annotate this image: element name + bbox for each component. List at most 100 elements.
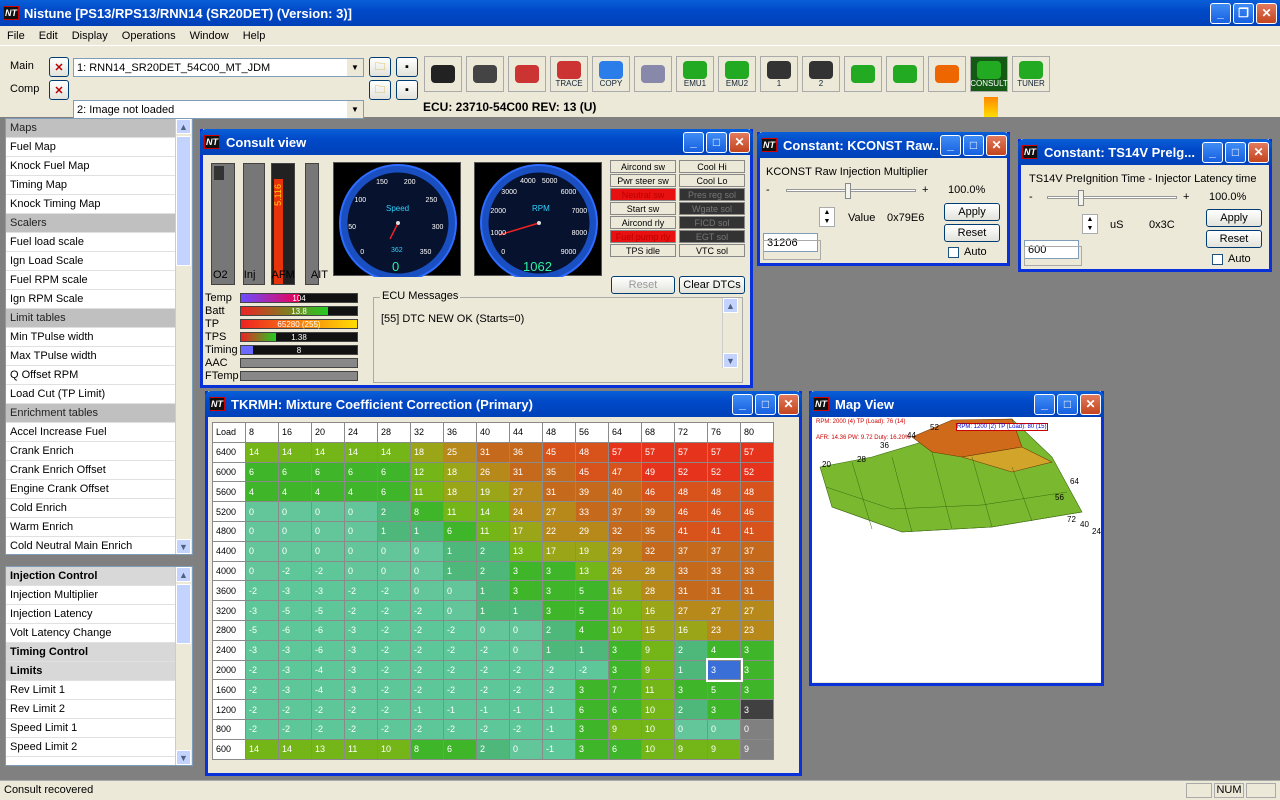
table-cell[interactable]: 0: [410, 560, 444, 582]
list-item[interactable]: Load Cut (TP Limit): [6, 385, 176, 404]
table-cell[interactable]: -3: [344, 639, 378, 661]
main-clear-button[interactable]: ✕: [49, 57, 69, 77]
table-cell[interactable]: -3: [344, 619, 378, 641]
consult-titlebar[interactable]: NT Consult view _ □ ✕: [200, 129, 753, 155]
table-cell[interactable]: 3: [740, 699, 774, 720]
trace-button[interactable]: TRACE: [550, 56, 588, 92]
menu-operations[interactable]: Operations: [115, 30, 183, 42]
minimize-button[interactable]: _: [1034, 393, 1055, 415]
table-cell[interactable]: 0: [245, 520, 279, 542]
table-cell[interactable]: 6: [608, 699, 642, 720]
table-cell[interactable]: 27: [674, 600, 708, 621]
table-cell[interactable]: -1: [443, 699, 477, 720]
table-cell[interactable]: 41: [707, 520, 741, 542]
table-cell[interactable]: -2: [443, 619, 477, 641]
table-cell[interactable]: -2: [245, 718, 279, 740]
table-cell[interactable]: 4: [311, 481, 345, 503]
apply-button[interactable]: Apply: [944, 203, 1000, 221]
table-cell[interactable]: 9: [740, 738, 774, 760]
table-cell[interactable]: 52: [740, 461, 774, 483]
table-cell[interactable]: 39: [641, 501, 675, 522]
table-cell[interactable]: 14: [311, 441, 345, 463]
graph-button[interactable]: [508, 56, 546, 92]
menu-display[interactable]: Display: [65, 30, 115, 42]
table-cell[interactable]: 2: [476, 540, 510, 562]
table-cell[interactable]: -3: [278, 580, 312, 602]
map-3d-view[interactable]: RPM: 2000 (4) TP (Load): 76 (14) AFR: 14…: [812, 417, 1101, 682]
table-cell[interactable]: 6: [443, 738, 477, 760]
table-cell[interactable]: 31: [542, 481, 576, 503]
table-cell[interactable]: 11: [641, 679, 675, 701]
table-cell[interactable]: 2: [674, 639, 708, 661]
table-cell[interactable]: 25: [443, 441, 477, 463]
table-cell[interactable]: -2: [443, 679, 477, 701]
table-cell[interactable]: -2: [245, 679, 279, 701]
table-cell[interactable]: 31: [509, 461, 543, 483]
table-cell[interactable]: 37: [674, 540, 708, 562]
list-item[interactable]: Cold Neutral Main Enrich: [6, 537, 176, 554]
clear-dtcs-button[interactable]: Clear DTCs: [679, 276, 745, 294]
table-cell[interactable]: 41: [674, 520, 708, 542]
table-cell[interactable]: 0: [377, 540, 411, 562]
table-cell[interactable]: 19: [575, 540, 609, 562]
table-cell[interactable]: 57: [641, 441, 675, 463]
table-cell[interactable]: 14: [344, 441, 378, 463]
table-cell[interactable]: 0: [278, 540, 312, 562]
table-cell[interactable]: 4: [707, 639, 741, 661]
table-cell[interactable]: 48: [740, 481, 774, 503]
minimize-button[interactable]: _: [1210, 2, 1231, 24]
table-cell[interactable]: 10: [377, 738, 411, 760]
table-cell[interactable]: 2: [674, 699, 708, 720]
table-cell[interactable]: -2: [476, 718, 510, 740]
table-cell[interactable]: -2: [278, 560, 312, 582]
download-button[interactable]: [844, 56, 882, 92]
ts14v-titlebar[interactable]: NT Constant: TS14V Prelg... _ □ ✕: [1018, 139, 1272, 165]
table-cell[interactable]: 4: [245, 481, 279, 503]
table-cell[interactable]: -3: [245, 639, 279, 661]
table-cell[interactable]: 32: [641, 540, 675, 562]
close-button[interactable]: ✕: [986, 134, 1007, 156]
table-cell[interactable]: 33: [707, 560, 741, 582]
table-cell[interactable]: 15: [641, 619, 675, 641]
table-cell[interactable]: -2: [377, 600, 411, 621]
table-cell[interactable]: -2: [509, 659, 543, 681]
table-cell[interactable]: -2: [311, 718, 345, 740]
emu1-button[interactable]: EMU1: [676, 56, 714, 92]
scroll-down-button[interactable]: ▼: [176, 750, 191, 765]
table-cell[interactable]: 40: [608, 481, 642, 503]
table-cell[interactable]: 16: [608, 580, 642, 602]
table-cell[interactable]: 0: [509, 738, 543, 760]
table-cell[interactable]: 19: [476, 481, 510, 503]
table-cell[interactable]: 0: [245, 560, 279, 582]
map-view-titlebar[interactable]: NT Map View _ □ ✕: [809, 391, 1104, 417]
table-cell[interactable]: 4: [575, 619, 609, 641]
maximize-button[interactable]: □: [1225, 141, 1246, 163]
table-cell[interactable]: 0: [278, 501, 312, 522]
table-cell[interactable]: 6: [575, 699, 609, 720]
table-cell[interactable]: 2: [476, 738, 510, 760]
table-cell[interactable]: 3: [608, 639, 642, 661]
table-cell[interactable]: -3: [278, 639, 312, 661]
table-cell[interactable]: -4: [311, 659, 345, 681]
table-cell[interactable]: 5: [575, 580, 609, 602]
table-cell[interactable]: 39: [575, 481, 609, 503]
table-cell[interactable]: 33: [674, 560, 708, 582]
table-cell[interactable]: -2: [476, 679, 510, 701]
kconst-slider[interactable]: [786, 183, 916, 199]
table-cell[interactable]: -2: [377, 639, 411, 661]
table-cell[interactable]: 14: [476, 501, 510, 522]
table-cell[interactable]: 33: [740, 560, 774, 582]
table-cell[interactable]: 6: [311, 461, 345, 483]
table-cell[interactable]: 36: [509, 441, 543, 463]
table-cell[interactable]: -4: [311, 679, 345, 701]
table-cell[interactable]: 8: [410, 738, 444, 760]
list-item[interactable]: Warm Enrich: [6, 518, 176, 537]
list-item[interactable]: Ign RPM Scale: [6, 290, 176, 309]
table-cell[interactable]: 57: [707, 441, 741, 463]
table-cell[interactable]: -2: [344, 718, 378, 740]
list-item[interactable]: Rev Limit 2: [6, 700, 176, 719]
table-cell[interactable]: -2: [344, 699, 378, 720]
emu2-button[interactable]: EMU2: [718, 56, 756, 92]
scroll-up-button[interactable]: ▲: [176, 567, 191, 582]
list-item[interactable]: Fuel Map: [6, 138, 176, 157]
